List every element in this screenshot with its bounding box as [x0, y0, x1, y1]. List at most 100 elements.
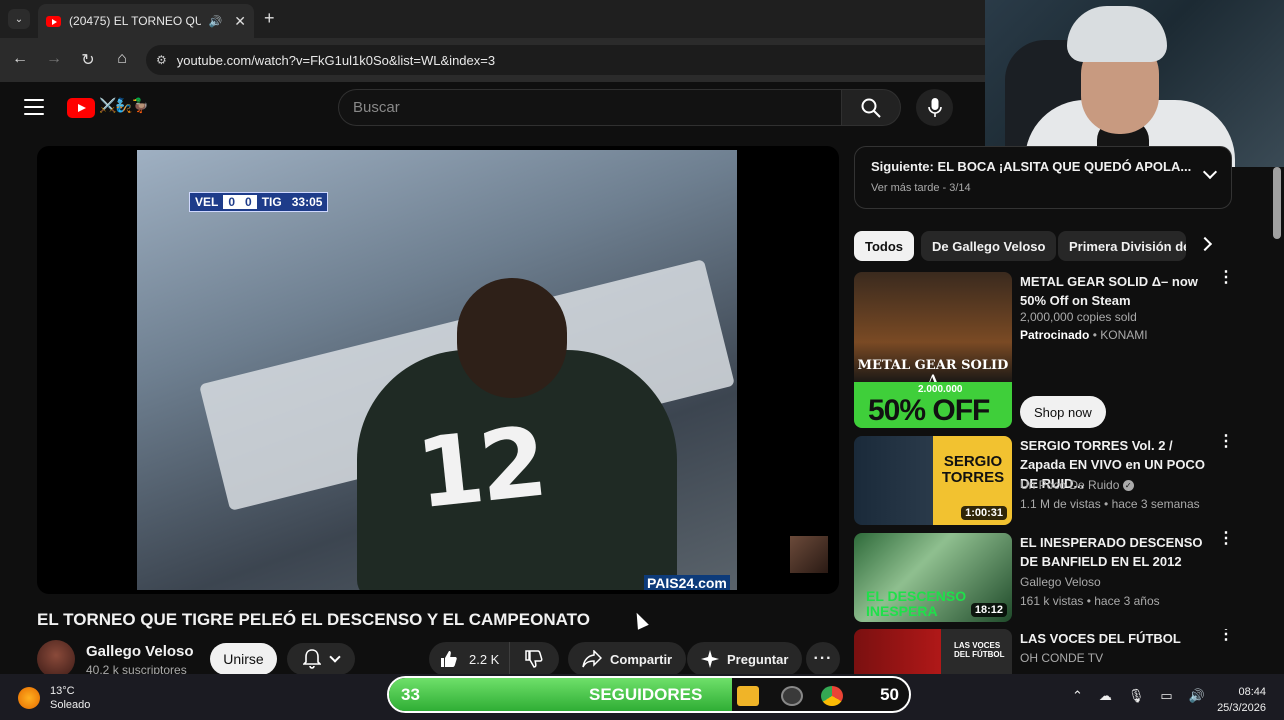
thumbnail-text: EL DESCENSO INESPERA	[866, 588, 967, 619]
chrome-icon[interactable]	[821, 686, 843, 706]
follower-goal-bar: 33 SEGUIDORES 50	[387, 676, 911, 713]
weather-condition: Soleado	[50, 699, 91, 711]
menu-icon[interactable]	[24, 99, 44, 115]
more-options-icon[interactable]: ⋮	[1218, 531, 1234, 547]
ask-label: Preguntar	[727, 651, 789, 667]
tab-search-button[interactable]: ⌄	[8, 9, 30, 29]
recommended-video[interactable]: SERGIO TORRES 1:00:31 SERGIO TORRES Vol.…	[854, 434, 1274, 526]
more-options-icon[interactable]: ⋮	[1218, 270, 1234, 286]
video-channel: OH CONDE TV	[1020, 651, 1104, 665]
video-title-link[interactable]: LAS VOCES DEL FÚTBOL	[1020, 629, 1220, 648]
date: 25/3/2026	[1217, 702, 1266, 714]
followers-goal: 50	[880, 685, 899, 704]
system-tray: ⌃ ☁ 🎙 ▭ 🔊	[1072, 688, 1205, 704]
thumbs-down-icon	[525, 650, 543, 668]
chip-all[interactable]: Todos	[854, 231, 915, 261]
subscribe-bell-button[interactable]	[287, 643, 355, 675]
like-count: 2.2 K	[469, 651, 500, 667]
microphone-tray-icon[interactable]: 🎙	[1128, 688, 1145, 704]
recommended-video[interactable]: LAS VOCES DEL FÚTBOL LAS VOCES DEL FÚTBO…	[854, 629, 1274, 674]
youtube-logo-icon[interactable]	[67, 98, 95, 118]
page-scrollbar[interactable]	[1273, 167, 1281, 239]
browser-tab[interactable]: (20475) EL TORNEO QUE TI 🔊 ✕	[38, 4, 254, 38]
time: 08:44	[1238, 686, 1266, 698]
forward-icon[interactable]: →	[44, 50, 64, 68]
video-stats: 161 k vistas • hace 3 años	[1020, 594, 1160, 608]
video-title: EL TORNEO QUE TIGRE PELEÓ EL DESCENSO Y …	[37, 610, 590, 629]
ask-button[interactable]: Preguntar	[687, 642, 803, 676]
verified-icon: ✓	[1122, 480, 1134, 492]
reload-icon[interactable]: ↻	[78, 50, 98, 70]
home-score: 0	[223, 195, 241, 209]
chevron-right-icon[interactable]	[1197, 236, 1213, 252]
away-team: TIG	[261, 195, 282, 209]
voice-search-button[interactable]	[916, 89, 953, 126]
network-icon[interactable]: ▭	[1160, 688, 1172, 704]
home-icon[interactable]: ⌂	[112, 50, 132, 68]
bell-icon	[303, 649, 321, 669]
join-button[interactable]: Unirse	[210, 643, 277, 675]
new-tab-button[interactable]: +	[264, 8, 275, 29]
clock[interactable]: 08:44 25/3/2026	[1206, 684, 1266, 716]
video-channel: Un Poco De Ruido ✓	[1020, 478, 1134, 492]
logo-emojis: ⚔️🧞🦆	[99, 97, 149, 113]
search-icon	[861, 98, 881, 118]
chip-primera-division[interactable]: Primera División de	[1058, 231, 1186, 261]
ad-offer-band: 2.000.000 50% OFF	[854, 382, 1012, 428]
broadcaster-watermark: PAIS24.com	[644, 575, 730, 590]
video-thumbnail[interactable]: EL DESCENSO INESPERA 18:12	[854, 533, 1012, 622]
playlist-panel[interactable]: Siguiente: EL BOCA ¡ALSITA QUE QUEDÓ APO…	[854, 146, 1232, 209]
thumbnail-text: SERGIO TORRES	[941, 453, 1005, 486]
obs-icon[interactable]	[781, 686, 803, 706]
share-button[interactable]: Compartir	[568, 642, 687, 676]
shop-now-button[interactable]: Shop now	[1020, 396, 1106, 428]
channel-name[interactable]: Gallego Veloso	[86, 643, 194, 660]
tab-title: (20475) EL TORNEO QUE TI	[69, 14, 201, 28]
ad-thumbnail[interactable]: METAL GEAR SOLID Δ 2.000.000 50% OFF	[854, 272, 1012, 428]
url-text: youtube.com/watch?v=FkG1ul1k0So&list=WL&…	[176, 52, 496, 68]
like-dislike-bar: 2.2 K	[429, 642, 559, 676]
search-input[interactable]	[338, 89, 841, 126]
share-label: Compartir	[610, 651, 673, 667]
ad-title: METAL GEAR SOLID Δ– now 50% Off on Steam	[1020, 274, 1198, 308]
thumbnail-text: LAS VOCES DEL FÚTBOL	[954, 641, 1005, 659]
like-button[interactable]: 2.2 K	[429, 642, 511, 676]
youtube-favicon-icon	[46, 15, 62, 27]
ad-sponsor-line: Patrocinado • KONAMI	[1020, 328, 1148, 342]
volume-icon[interactable]: 🔊	[1189, 688, 1205, 704]
video-player[interactable]: 12 VEL 0 0 TIG 33:05 PAIS24.com	[37, 146, 839, 594]
video-stats: 1.1 M de vistas • hace 3 semanas	[1020, 497, 1200, 511]
video-thumbnail[interactable]: SERGIO TORRES 1:00:31	[854, 436, 1012, 525]
chip-channel[interactable]: De Gallego Veloso	[921, 231, 1057, 261]
mouse-cursor-icon	[631, 610, 649, 630]
back-icon[interactable]: ←	[10, 50, 30, 68]
file-explorer-icon[interactable]	[737, 686, 759, 706]
thumbs-up-icon	[441, 651, 457, 667]
more-actions-button[interactable]: ···	[806, 642, 840, 676]
search-button[interactable]	[841, 89, 901, 126]
dislike-button[interactable]	[510, 649, 558, 669]
video-title-link[interactable]: EL INESPERADO DESCENSO DE BANFIELD EN EL…	[1020, 533, 1220, 571]
scoreboard: VEL 0 0 TIG 33:05	[189, 192, 329, 212]
close-tab-icon[interactable]: ✕	[234, 13, 246, 30]
recommended-ad[interactable]: METAL GEAR SOLID Δ 2.000.000 50% OFF MET…	[854, 270, 1274, 430]
channel-avatar[interactable]	[37, 640, 75, 678]
channel-watermark-thumbnail[interactable]	[790, 536, 828, 573]
chevron-down-icon[interactable]	[1202, 164, 1218, 180]
video-frame: 12 VEL 0 0 TIG 33:05 PAIS24.com	[137, 150, 737, 590]
recommended-video[interactable]: EL DESCENSO INESPERA 18:12 EL INESPERADO…	[854, 531, 1274, 623]
site-settings-icon[interactable]: ⚙	[156, 53, 167, 67]
video-duration: 18:12	[970, 603, 1007, 617]
weather-widget[interactable]: 13°C Soleado	[18, 684, 90, 712]
speaker-icon[interactable]: 🔊	[209, 15, 223, 28]
followers-label: SEGUIDORES	[589, 685, 703, 704]
video-thumbnail[interactable]: LAS VOCES DEL FÚTBOL	[854, 629, 1012, 674]
more-options-icon[interactable]: ⋮	[1218, 434, 1234, 450]
cloud-icon[interactable]: ☁	[1099, 688, 1112, 704]
more-options-icon[interactable]: ⋮	[1218, 629, 1234, 643]
sparkle-icon	[701, 650, 719, 668]
browser-tab-bar: ⌄ (20475) EL TORNEO QUE TI 🔊 ✕ +	[0, 0, 985, 38]
playlist-subtitle: Ver más tarde - 3/14	[871, 182, 971, 194]
chevron-up-icon[interactable]: ⌃	[1072, 688, 1083, 704]
url-field[interactable]: ⚙ youtube.com/watch?v=FkG1ul1k0So&list=W…	[146, 45, 986, 75]
